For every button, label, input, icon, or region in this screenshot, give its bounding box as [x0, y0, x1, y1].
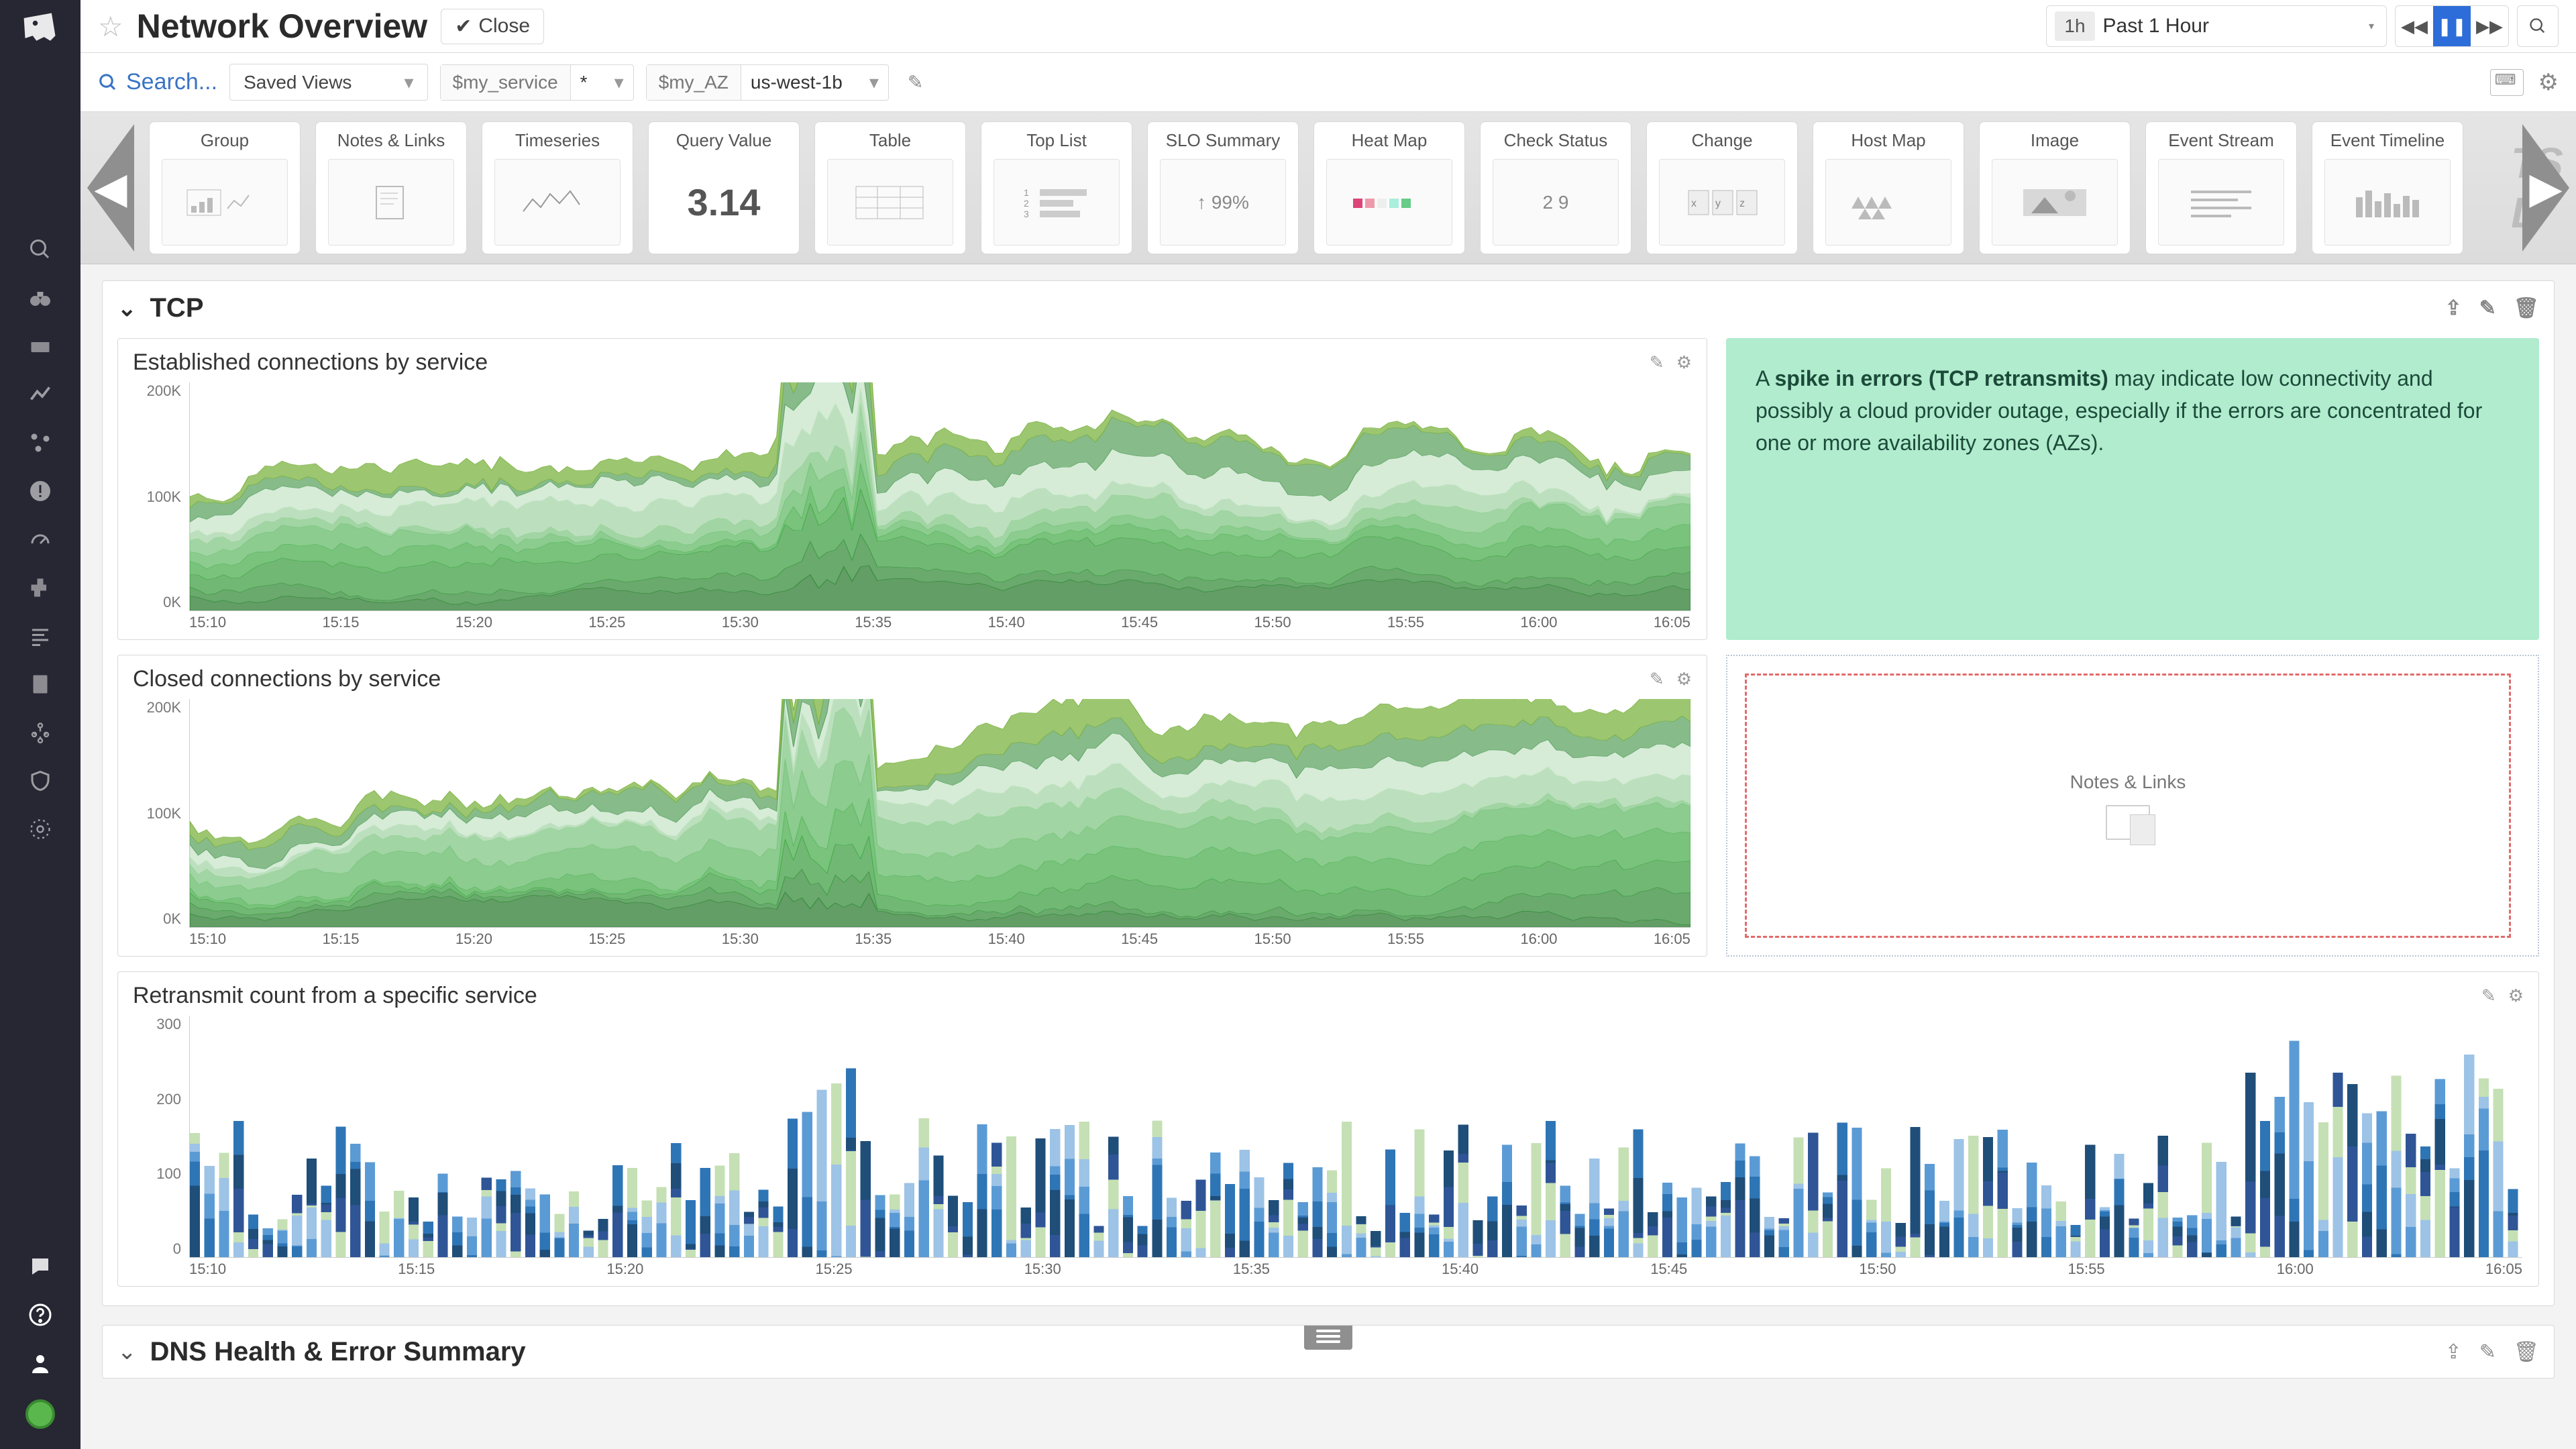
widget-card-group[interactable]: Group — [149, 121, 301, 254]
chevron-down-icon: ▾ — [2357, 19, 2386, 33]
logo[interactable] — [19, 7, 62, 50]
user-icon[interactable] — [28, 1351, 52, 1375]
note-text: A spike in errors (TCP retransmits) may … — [1756, 366, 2482, 455]
close-button[interactable]: ✔ Close — [441, 9, 544, 44]
help-icon[interactable] — [28, 1303, 52, 1327]
widget-card-image[interactable]: Image — [1979, 121, 2131, 254]
section-title: DNS Health & Error Summary — [150, 1337, 526, 1367]
chat-icon[interactable] — [28, 1254, 52, 1279]
note-widget[interactable]: A spike in errors (TCP retransmits) may … — [1726, 338, 2539, 640]
svg-text:x: x — [1691, 198, 1697, 209]
widget-card-timeseries[interactable]: Timeseries — [482, 121, 633, 254]
svg-text:y: y — [1715, 198, 1721, 209]
section-dns: ⌄ DNS Health & Error Summary ⇪ ✎ 🗑 — [102, 1325, 2555, 1379]
service-map-icon[interactable] — [28, 431, 52, 455]
delete-icon[interactable]: 🗑 — [2514, 297, 2539, 320]
check-icon: ✔ — [455, 15, 472, 38]
page-title: Network Overview — [137, 7, 428, 46]
widget-card-table[interactable]: Table — [814, 121, 966, 254]
widget-palette: ◀ Group Notes & Links Timeseries Query V… — [80, 112, 2576, 264]
svg-text:1: 1 — [1024, 187, 1029, 198]
time-zoom-button[interactable] — [2517, 5, 2559, 47]
palette-prev[interactable]: ◀ — [87, 124, 134, 252]
panel-title: Established connections by service — [133, 350, 488, 376]
legend-toggle[interactable] — [1304, 1325, 1352, 1350]
gear-icon[interactable]: ⚙ — [1676, 352, 1692, 373]
gauge-icon[interactable] — [28, 527, 52, 551]
favorite-star-icon[interactable]: ☆ — [98, 10, 123, 43]
alert-icon[interactable] — [28, 479, 52, 503]
topbar: ☆ Network Overview ✔ Close 1h Past 1 Hou… — [80, 0, 2576, 53]
variable-bar: Search... Saved Views $my_service * ▾ $m… — [80, 53, 2576, 112]
collapse-icon[interactable]: ⌄ — [117, 1338, 137, 1365]
security-icon[interactable] — [28, 769, 52, 793]
edit-icon[interactable]: ✎ — [2479, 297, 2496, 320]
rum-icon[interactable] — [28, 817, 52, 841]
svg-text:z: z — [1739, 198, 1745, 209]
section-tcp: ⌄ TCP ⇪ ✎ 🗑 Established connections by s… — [102, 280, 2555, 1306]
left-nav — [0, 0, 80, 1449]
logs-icon[interactable] — [28, 624, 52, 648]
section-title: TCP — [150, 293, 204, 323]
share-icon[interactable]: ⇪ — [2445, 297, 2462, 320]
time-nav: ◀◀ ❚❚ ▶▶ — [2395, 5, 2509, 47]
edit-icon[interactable]: ✎ — [2481, 985, 2496, 1006]
edit-vars-icon[interactable]: ✎ — [908, 71, 923, 93]
widget-card-top-list[interactable]: Top List 123 — [981, 121, 1132, 254]
panel-closed[interactable]: Closed connections by service ✎⚙ 200K100… — [117, 655, 1707, 957]
saved-views-dropdown[interactable]: Saved Views — [229, 64, 427, 101]
chevron-down-icon: ▾ — [605, 71, 633, 93]
panel-title: Retransmit count from a specific service — [133, 983, 537, 1009]
widget-card-check-status[interactable]: Check Status 2 9 — [1480, 121, 1631, 254]
avatar[interactable] — [25, 1399, 55, 1429]
panel-established[interactable]: Established connections by service ✎⚙ 20… — [117, 338, 1707, 640]
search-button[interactable]: Search... — [98, 69, 217, 95]
notebook-icon[interactable] — [28, 672, 52, 696]
panel-title: Closed connections by service — [133, 666, 441, 692]
infra-icon[interactable] — [28, 720, 52, 745]
delete-icon[interactable]: 🗑 — [2514, 1340, 2539, 1364]
widget-card-notes-links[interactable]: Notes & Links — [315, 121, 467, 254]
palette-next[interactable]: ▶ — [2522, 124, 2569, 252]
time-pause-button[interactable]: ❚❚ — [2433, 6, 2471, 46]
drop-placeholder[interactable]: Notes & Links — [1726, 655, 2539, 957]
widget-card-event-stream[interactable]: Event Stream — [2145, 121, 2297, 254]
widget-card-query-value[interactable]: Query Value 3.14 — [648, 121, 800, 254]
widget-card-slo-summary[interactable]: SLO Summary ↑ 99% — [1147, 121, 1299, 254]
gear-icon[interactable]: ⚙ — [2508, 985, 2524, 1006]
panel-retransmit[interactable]: Retransmit count from a specific service… — [117, 971, 2539, 1287]
gear-icon[interactable]: ⚙ — [1676, 669, 1692, 690]
metrics-icon[interactable] — [28, 382, 52, 407]
svg-text:2: 2 — [1024, 198, 1029, 209]
notes-ghost-icon — [2106, 805, 2150, 840]
gear-icon[interactable]: ⚙ — [2538, 69, 2559, 96]
binoculars-icon[interactable] — [27, 286, 54, 310]
svg-text:3: 3 — [1024, 209, 1029, 219]
edit-icon[interactable]: ✎ — [1650, 352, 1664, 373]
chevron-down-icon: ▾ — [860, 71, 888, 93]
drop-label: Notes & Links — [2070, 771, 2186, 793]
widget-card-event-timeline[interactable]: Event Timeline — [2312, 121, 2463, 254]
integrations-icon[interactable] — [28, 576, 52, 600]
edit-icon[interactable]: ✎ — [1650, 669, 1664, 690]
dashboard-icon[interactable] — [28, 334, 52, 358]
collapse-icon[interactable]: ⌄ — [117, 295, 137, 322]
tplvar-my-service[interactable]: $my_service * ▾ — [440, 64, 634, 101]
tplvar-my-az[interactable]: $my_AZ us-west-1b ▾ — [646, 64, 889, 101]
edit-icon[interactable]: ✎ — [2479, 1340, 2496, 1364]
share-icon[interactable]: ⇪ — [2445, 1340, 2462, 1364]
widget-card-host-map[interactable]: Host Map — [1813, 121, 1964, 254]
search-icon[interactable] — [28, 237, 52, 262]
time-back-button[interactable]: ◀◀ — [2396, 6, 2433, 46]
time-forward-button[interactable]: ▶▶ — [2471, 6, 2508, 46]
widget-card-heat-map[interactable]: Heat Map — [1313, 121, 1465, 254]
keyboard-icon[interactable]: ⌨ — [2490, 69, 2524, 96]
widget-card-change[interactable]: Change xyz — [1646, 121, 1798, 254]
time-range-picker[interactable]: 1h Past 1 Hour ▾ — [2046, 5, 2387, 47]
